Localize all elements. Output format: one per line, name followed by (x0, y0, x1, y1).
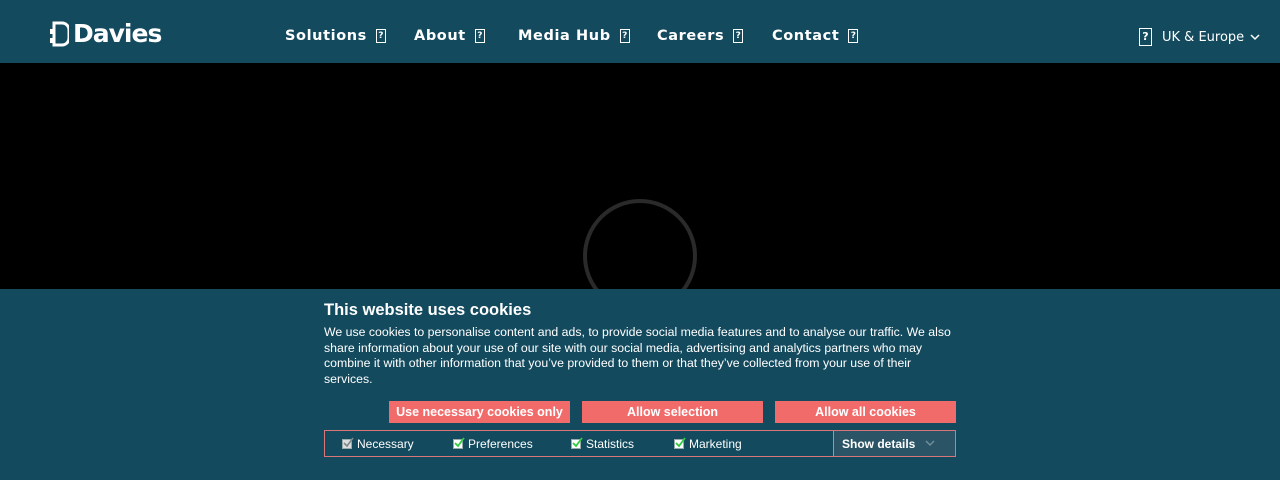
globe-icon: ? (1139, 28, 1152, 46)
region-label: UK & Europe (1162, 29, 1245, 45)
checkbox-label: Marketing (689, 437, 742, 451)
chevron-down-icon (925, 440, 935, 447)
checkbox-preferences[interactable]: Preferences (453, 437, 533, 451)
nav-item-label: Solutions (285, 28, 367, 44)
checkbox-icon (342, 437, 354, 449)
checkbox-icon (571, 437, 583, 449)
checkbox-marketing[interactable]: Marketing (674, 437, 742, 451)
dropdown-icon: ? (375, 29, 386, 43)
dropdown-icon: ? (474, 29, 485, 43)
logo[interactable]: Davies (50, 19, 162, 48)
checkmark-icon (343, 437, 354, 448)
nav-item-label: Media Hub (518, 28, 611, 44)
hero-video[interactable] (0, 63, 1280, 313)
cookie-banner-title: This website uses cookies (324, 301, 532, 319)
nav-item-contact[interactable]: Contact ? (772, 28, 859, 44)
checkbox-statistics[interactable]: Statistics (571, 437, 634, 451)
checkbox-label: Statistics (586, 437, 635, 451)
chevron-down-icon (1250, 33, 1260, 40)
cookie-preferences: Necessary Preferences Statistics Marketi… (324, 430, 956, 457)
davies-logo-icon (50, 21, 69, 47)
checkbox-icon (674, 437, 686, 449)
nav-item-about[interactable]: About ? (414, 28, 485, 44)
nav-item-label: Careers (657, 28, 725, 44)
region-selector[interactable]: ? UK & Europe (1139, 28, 1260, 46)
nav-item-media-hub[interactable]: Media Hub ? (518, 28, 630, 44)
site-header: Davies Solutions ? About ? Media Hub ? C… (0, 0, 1280, 63)
nav-item-label: Contact (772, 28, 840, 44)
checkbox-icon (453, 437, 465, 449)
nav-item-careers[interactable]: Careers ? (657, 28, 744, 44)
dropdown-icon: ? (733, 29, 744, 43)
dropdown-icon: ? (848, 29, 859, 43)
use-necessary-cookies-button[interactable]: Use necessary cookies only (389, 401, 570, 423)
checkmark-icon (454, 437, 465, 448)
cookie-banner-text: We use cookies to personalise content an… (324, 325, 951, 386)
checkmark-icon (675, 437, 686, 448)
checkmark-icon (572, 437, 583, 448)
show-details-label: Show details (842, 436, 916, 451)
dropdown-icon: ? (619, 29, 630, 43)
logo-text: Davies (73, 19, 162, 48)
allow-selection-button[interactable]: Allow selection (582, 401, 763, 423)
show-details-button[interactable]: Show details (833, 431, 955, 456)
allow-all-cookies-button[interactable]: Allow all cookies (775, 401, 956, 423)
checkbox-label: Preferences (468, 437, 533, 451)
nav-item-solutions[interactable]: Solutions ? (285, 28, 386, 44)
nav-item-label: About (414, 28, 466, 44)
checkbox-label: Necessary (357, 437, 414, 451)
cookie-banner: This website uses cookies We use cookies… (0, 289, 1280, 480)
checkbox-necessary[interactable]: Necessary (342, 437, 414, 451)
